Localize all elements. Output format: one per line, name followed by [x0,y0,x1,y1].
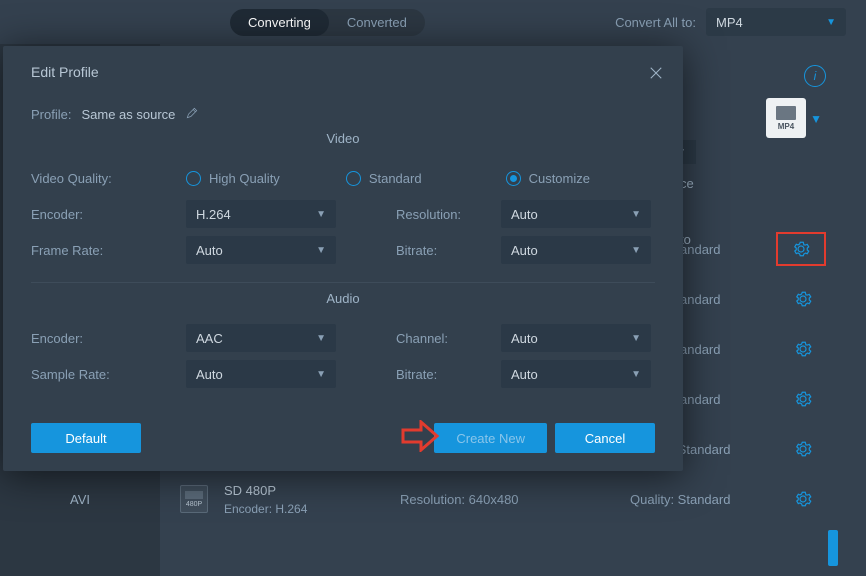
settings-button[interactable] [790,386,816,412]
settings-button[interactable] [790,486,816,512]
radio-label: Standard [369,171,422,186]
radio-label: Customize [529,171,590,186]
audio-bitrate-select[interactable]: Auto▼ [501,360,651,388]
arrow-right-icon [401,420,441,452]
pencil-icon [185,106,199,120]
main-tabs: Converting Converted [230,9,425,36]
chevron-down-icon: ▼ [631,369,641,380]
radio-label: High Quality [209,171,280,186]
create-new-button[interactable]: Create New [434,423,547,453]
chevron-down-icon: ▼ [316,209,326,220]
radio-customize[interactable]: Customize [506,171,590,186]
row-resolution: Resolution: 640x480 [400,492,519,507]
audio-bitrate-label: Bitrate: [396,367,501,382]
sidebar-item-avi[interactable]: AVI [0,474,160,524]
gear-icon [792,240,810,258]
audio-settings: Encoder: AAC▼ Channel: Auto▼ Sample Rate… [31,320,655,392]
accent-strip [828,530,838,566]
profile-label: Profile: [31,107,71,122]
tab-converted[interactable]: Converted [329,9,425,36]
chevron-down-icon: ▼ [631,245,641,256]
audio-section-header: Audio [31,291,655,306]
annotation-arrow [401,420,441,455]
radio-standard[interactable]: Standard [346,171,422,186]
video-section-header: Video [31,131,655,146]
chevron-down-icon: ▼ [316,333,326,344]
top-bar: Converting Converted Convert All to: MP4… [0,0,866,44]
sample-rate-select[interactable]: Auto▼ [186,360,336,388]
default-button[interactable]: Default [31,423,141,453]
convert-all-select[interactable]: MP4 ▼ [706,8,846,36]
divider [31,282,655,283]
channel-label: Channel: [396,331,501,346]
radio-high-quality[interactable]: High Quality [186,171,280,186]
row-encoder: Encoder: H.264 [224,502,307,516]
profile-line: Profile: Same as source [31,106,655,123]
table-row[interactable]: 480P SD 480P Encoder: H.264 Resolution: … [180,474,826,524]
close-icon [647,64,665,82]
thumbnail-480p: 480P [180,485,208,513]
row-title: SD 480P [224,483,307,498]
gear-icon [794,340,812,358]
close-button[interactable] [647,64,665,85]
channel-select[interactable]: Auto▼ [501,324,651,352]
gear-icon [794,490,812,508]
frame-rate-label: Frame Rate: [31,243,186,258]
chevron-down-icon: ▼ [631,209,641,220]
quality-fragment: andard [680,342,720,357]
sample-rate-label: Sample Rate: [31,367,186,382]
profile-value: Same as source [81,107,175,122]
modal-title: Edit Profile [31,64,655,80]
settings-button[interactable] [790,286,816,312]
resolution-label: Resolution: [396,207,501,222]
chevron-down-icon: ▼ [316,245,326,256]
resolution-select[interactable]: Auto▼ [501,200,651,228]
video-bitrate-select[interactable]: Auto▼ [501,236,651,264]
video-settings: Video Quality: High Quality Standard Cus… [31,160,655,268]
quality-fragment: andard [680,292,720,307]
chevron-down-icon: ▼ [631,333,641,344]
gear-icon [794,440,812,458]
settings-button[interactable] [790,336,816,362]
chevron-down-icon: ▼ [826,17,836,28]
audio-encoder-label: Encoder: [31,331,186,346]
gear-icon [794,290,812,308]
audio-encoder-select[interactable]: AAC▼ [186,324,336,352]
video-quality-label: Video Quality: [31,171,186,186]
convert-all-label: Convert All to: [615,15,696,30]
edit-profile-modal: Edit Profile Profile: Same as source Vid… [3,46,683,471]
edit-profile-name-button[interactable] [185,106,199,123]
video-encoder-select[interactable]: H.264▼ [186,200,336,228]
convert-all-value: MP4 [716,15,743,30]
convert-all-group: Convert All to: MP4 ▼ [615,8,846,36]
video-bitrate-label: Bitrate: [396,243,501,258]
gear-icon [794,390,812,408]
chevron-down-icon: ▼ [316,369,326,380]
quality-fragment: andard [680,392,720,407]
frame-rate-select[interactable]: Auto▼ [186,236,336,264]
settings-button[interactable] [790,436,816,462]
cancel-button[interactable]: Cancel [555,423,655,453]
tab-converting[interactable]: Converting [230,9,329,36]
video-encoder-label: Encoder: [31,207,186,222]
quality-fragment: andard [680,242,720,257]
settings-button[interactable] [776,232,826,266]
row-quality: Quality: Standard [630,492,730,507]
modal-footer: Default Create New Cancel [31,423,655,453]
